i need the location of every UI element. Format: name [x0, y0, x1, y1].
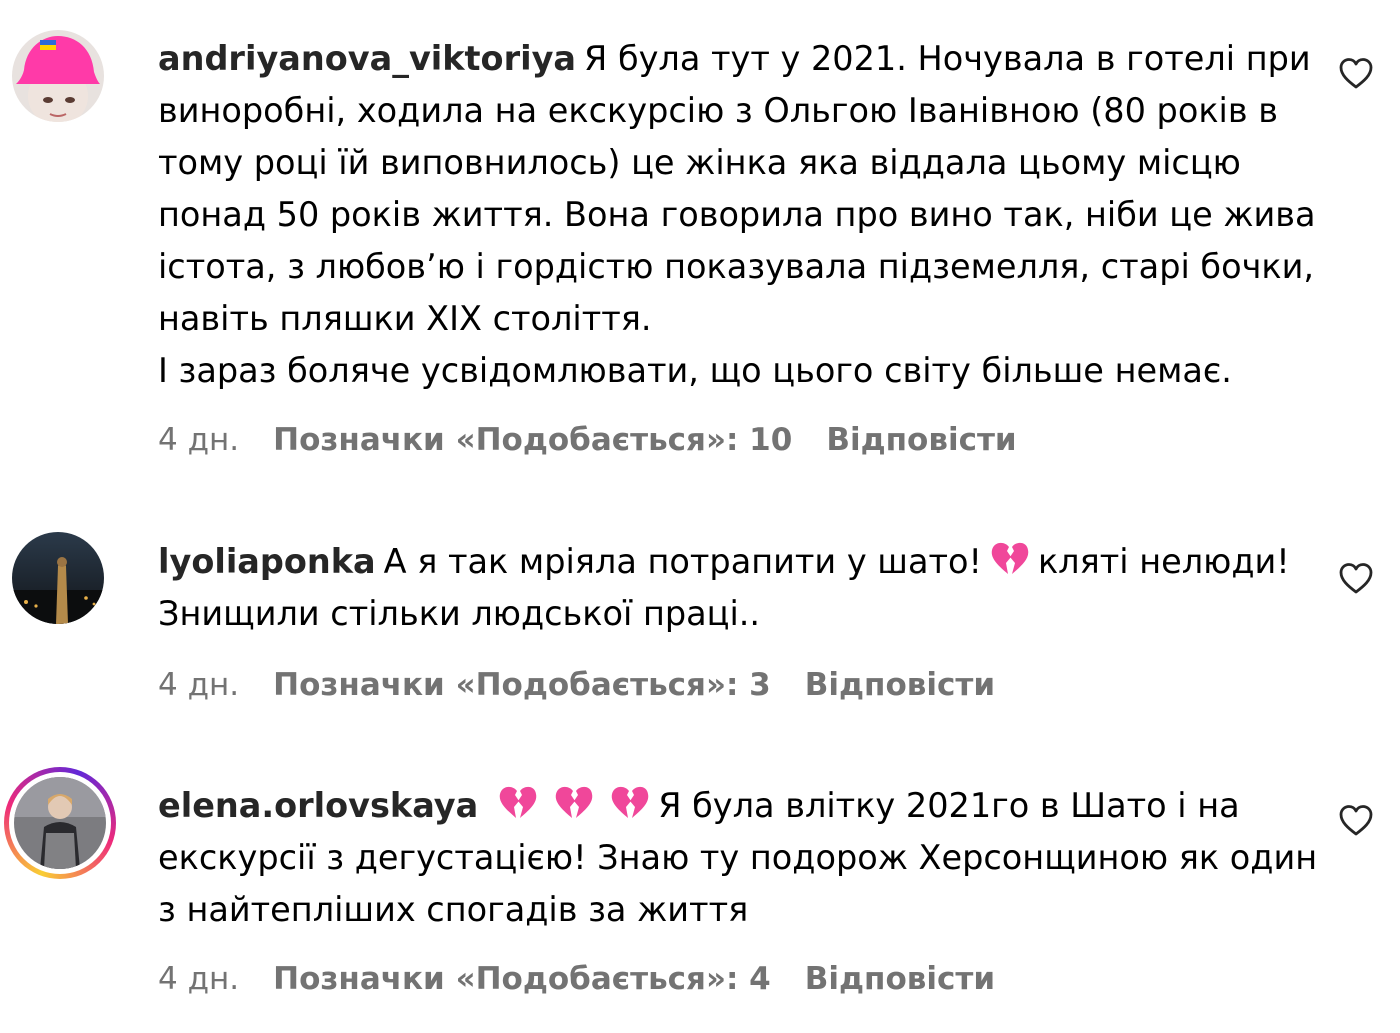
likes-count[interactable]: Позначки «Подобається»: 10: [273, 422, 792, 458]
comment-text: elena.orlovskaya Я була влітку 2021го в Ш…: [158, 780, 1318, 936]
heart-outline-icon[interactable]: [1338, 803, 1374, 839]
likes-count[interactable]: Позначки «Подобається»: 4: [273, 961, 771, 997]
broken-heart-icon: [990, 541, 1030, 577]
likes-count[interactable]: Позначки «Подобається»: 3: [273, 667, 771, 703]
comment-time: 4 дн.: [158, 422, 240, 458]
comment-time: 4 дн.: [158, 961, 240, 997]
broken-heart-icon: [554, 785, 594, 821]
username-link[interactable]: elena.orlovskaya: [158, 786, 478, 825]
avatar[interactable]: [12, 532, 108, 628]
comment-meta: 4 дн. Позначки «Подобається»: 4 Відповісти: [158, 961, 995, 997]
avatar-night-landscape: [12, 532, 104, 624]
comment-meta: 4 дн. Позначки «Подобається»: 10 Відповіст…: [158, 422, 1017, 458]
reply-button[interactable]: Відповісти: [805, 667, 995, 703]
reply-button[interactable]: Відповісти: [805, 961, 995, 997]
heart-outline-icon[interactable]: [1338, 561, 1374, 597]
avatar[interactable]: [12, 30, 108, 126]
heart-outline-icon[interactable]: [1338, 56, 1374, 92]
username-link[interactable]: andriyanova_viktoriya: [158, 39, 576, 78]
comment-text: andriyanova_viktoriya Я була тут у 2021. …: [158, 33, 1318, 397]
broken-heart-icon: [498, 785, 538, 821]
username-link[interactable]: lyoliaponka: [158, 542, 376, 581]
comment-meta: 4 дн. Позначки «Подобається»: 3 Відповісти: [158, 667, 995, 703]
comment-body-part-1: А я так мріяла потрапити у шато!: [383, 542, 982, 581]
reply-button[interactable]: Відповісти: [826, 422, 1016, 458]
comment-text: lyoliaponka А я так мріяла потрапити у ша…: [158, 536, 1318, 640]
comment-time: 4 дн.: [158, 667, 240, 703]
avatar-pink-hat: [12, 30, 104, 122]
avatar-story-ring[interactable]: [4, 767, 116, 879]
comment-body: Я була тут у 2021. Ночувала в готелі при…: [158, 39, 1316, 390]
avatar-woman-story-ring: [14, 777, 106, 869]
broken-heart-icon: [610, 785, 650, 821]
